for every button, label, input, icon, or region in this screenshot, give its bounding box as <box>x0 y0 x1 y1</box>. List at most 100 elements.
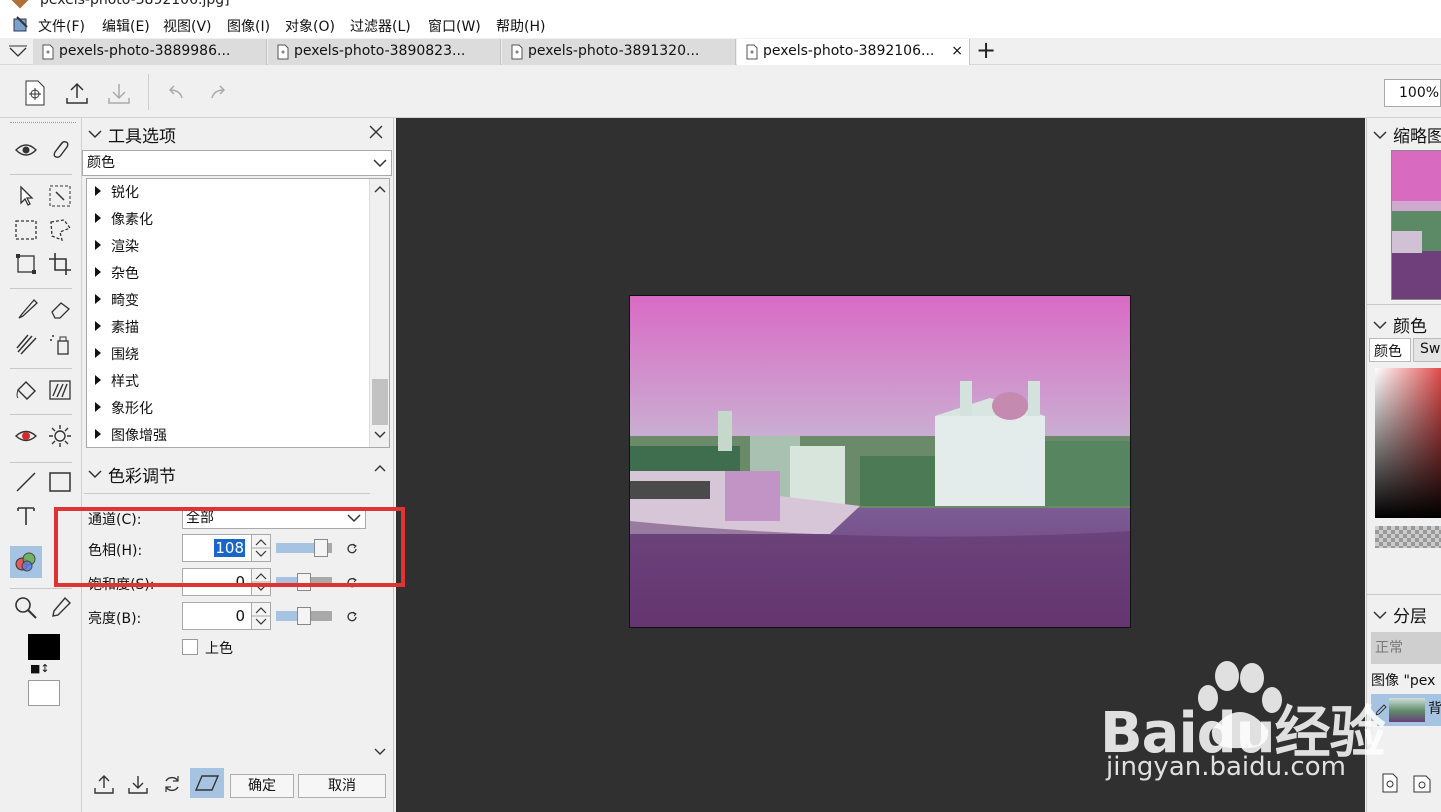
app-icon[interactable] <box>12 15 30 33</box>
select-transform-icon[interactable] <box>46 182 74 210</box>
spray-icon[interactable] <box>46 330 74 358</box>
tab-close-icon[interactable]: × <box>951 39 963 63</box>
thumbnail-preview[interactable] <box>1391 150 1441 300</box>
tab-label: pexels-photo-3890823... <box>294 43 466 59</box>
menu-file[interactable]: 文件(F) <box>38 16 85 36</box>
tab-image-1[interactable]: pexels-photo-3889986... <box>33 39 267 65</box>
image-file-icon <box>744 44 760 60</box>
filter-item-pixelate[interactable]: 像素化 <box>95 209 153 229</box>
layer-row-background[interactable]: 背 <box>1371 694 1441 726</box>
brush-icon[interactable] <box>12 296 40 324</box>
filter-item-pictograph[interactable]: 象形化 <box>95 398 153 418</box>
line-icon[interactable] <box>12 468 40 496</box>
tool-options-header: 工具选项 <box>82 120 392 148</box>
collapse-chevron-icon[interactable] <box>88 469 102 479</box>
tab-list-dropdown-icon[interactable] <box>8 44 28 58</box>
tab-color[interactable]: 颜色 <box>1369 338 1411 362</box>
menu-view[interactable]: 视图(V) <box>163 16 212 36</box>
color-adjust-tool-icon[interactable] <box>10 546 42 578</box>
new-tab-icon[interactable]: + <box>976 36 996 64</box>
scroll-up-icon[interactable] <box>374 464 386 472</box>
undo-icon[interactable] <box>160 78 190 108</box>
scroll-down-icon[interactable] <box>374 748 386 756</box>
export-settings-icon[interactable] <box>92 772 116 796</box>
filter-item-sharpen[interactable]: 锐化 <box>95 182 139 202</box>
collapse-chevron-icon[interactable] <box>1373 320 1387 330</box>
alpha-bar[interactable] <box>1375 526 1441 548</box>
fill-bucket-icon[interactable] <box>12 376 40 404</box>
menu-help[interactable]: 帮助(H) <box>496 16 545 36</box>
text-tool-icon[interactable] <box>12 502 40 530</box>
new-image-icon[interactable] <box>20 78 50 108</box>
filter-item-render[interactable]: 渲染 <box>95 236 139 256</box>
scroll-up-icon[interactable] <box>374 185 386 193</box>
pencil-edit-icon[interactable] <box>1375 704 1387 716</box>
tab-image-3[interactable]: pexels-photo-3891320... <box>502 39 736 65</box>
menu-edit[interactable]: 编辑(E) <box>102 16 150 36</box>
refresh-icon[interactable] <box>160 772 184 796</box>
brightness-sun-icon[interactable] <box>46 422 74 450</box>
eye-view-icon[interactable] <box>12 136 40 164</box>
filter-list-scrollbar[interactable] <box>369 179 389 447</box>
filter-item-distort[interactable]: 畸变 <box>95 290 139 310</box>
collapse-chevron-icon[interactable] <box>88 129 102 139</box>
gradient-pattern-icon[interactable] <box>46 376 74 404</box>
foreground-color-swatch[interactable] <box>28 634 60 660</box>
brightness-spinner[interactable] <box>251 602 271 630</box>
crop-icon[interactable] <box>46 250 74 278</box>
filter-item-enhance[interactable]: 图像增强 <box>95 425 167 445</box>
import-settings-icon[interactable] <box>126 772 150 796</box>
colorize-checkbox[interactable] <box>182 639 198 655</box>
filter-category-select[interactable]: 颜色 <box>82 150 392 176</box>
filter-item-noise[interactable]: 杂色 <box>95 263 139 283</box>
reset-brightness-icon[interactable] <box>346 610 358 622</box>
tab-image-4-active[interactable]: pexels-photo-3892106... × <box>737 39 970 65</box>
brightness-slider-thumb[interactable] <box>297 607 311 625</box>
menu-object[interactable]: 对象(O) <box>285 16 335 36</box>
brightness-input[interactable]: 0 <box>182 602 252 630</box>
filter-item-style[interactable]: 样式 <box>95 371 139 391</box>
collapse-chevron-icon[interactable] <box>1373 130 1387 140</box>
preview-toggle-icon[interactable] <box>190 768 224 798</box>
filter-item-wrap[interactable]: 围绕 <box>95 344 139 364</box>
clone-stamp-icon[interactable] <box>12 330 40 358</box>
upload-icon[interactable] <box>62 78 92 108</box>
pointer-icon[interactable] <box>12 182 40 210</box>
ok-button[interactable]: 确定 <box>230 774 294 798</box>
rect-select-icon[interactable] <box>12 216 40 244</box>
close-panel-icon[interactable] <box>368 124 384 140</box>
palette-grip[interactable] <box>10 122 76 125</box>
layer-image-label: 图像 "pex <box>1371 673 1436 689</box>
brightness-slider[interactable] <box>276 607 332 625</box>
background-color-swatch[interactable] <box>28 680 60 706</box>
filter-list: 锐化 像素化 渲染 杂色 畸变 素描 围绕 样式 象形化 图像增强 <box>86 178 390 448</box>
duplicate-layer-icon[interactable] <box>1411 772 1433 794</box>
swap-colors-icon[interactable]: ■↕ <box>30 662 50 675</box>
red-eye-icon[interactable] <box>12 422 40 450</box>
menu-window[interactable]: 窗口(W) <box>428 16 481 36</box>
cancel-button[interactable]: 取消 <box>298 774 386 798</box>
menu-filter[interactable]: 过滤器(L) <box>350 16 411 36</box>
eyedropper-icon[interactable] <box>46 594 74 622</box>
menu-image[interactable]: 图像(I) <box>227 16 270 36</box>
image-canvas[interactable] <box>629 295 1131 628</box>
scroll-thumb[interactable] <box>372 379 388 425</box>
tab-image-2[interactable]: pexels-photo-3890823... <box>268 39 501 65</box>
redo-icon[interactable] <box>204 78 234 108</box>
paperclip-icon[interactable] <box>46 136 74 164</box>
color-picker-field[interactable] <box>1375 368 1441 518</box>
crop-rect-icon[interactable] <box>12 250 40 278</box>
tab-swatches[interactable]: Sw <box>1413 338 1441 362</box>
rectangle-shape-icon[interactable] <box>46 468 74 496</box>
lasso-icon[interactable] <box>46 216 74 244</box>
zoom-magnifier-icon[interactable] <box>12 594 40 622</box>
zoom-field[interactable]: 100% <box>1384 79 1441 107</box>
blend-mode-select[interactable]: 正常 <box>1371 632 1441 664</box>
eraser-icon[interactable] <box>46 296 74 324</box>
new-layer-icon[interactable] <box>1379 772 1401 794</box>
scroll-down-icon[interactable] <box>374 431 386 439</box>
filter-item-sketch[interactable]: 素描 <box>95 317 139 337</box>
canvas-area[interactable] <box>396 118 1365 812</box>
collapse-chevron-icon[interactable] <box>1373 610 1387 620</box>
download-icon[interactable] <box>104 78 134 108</box>
